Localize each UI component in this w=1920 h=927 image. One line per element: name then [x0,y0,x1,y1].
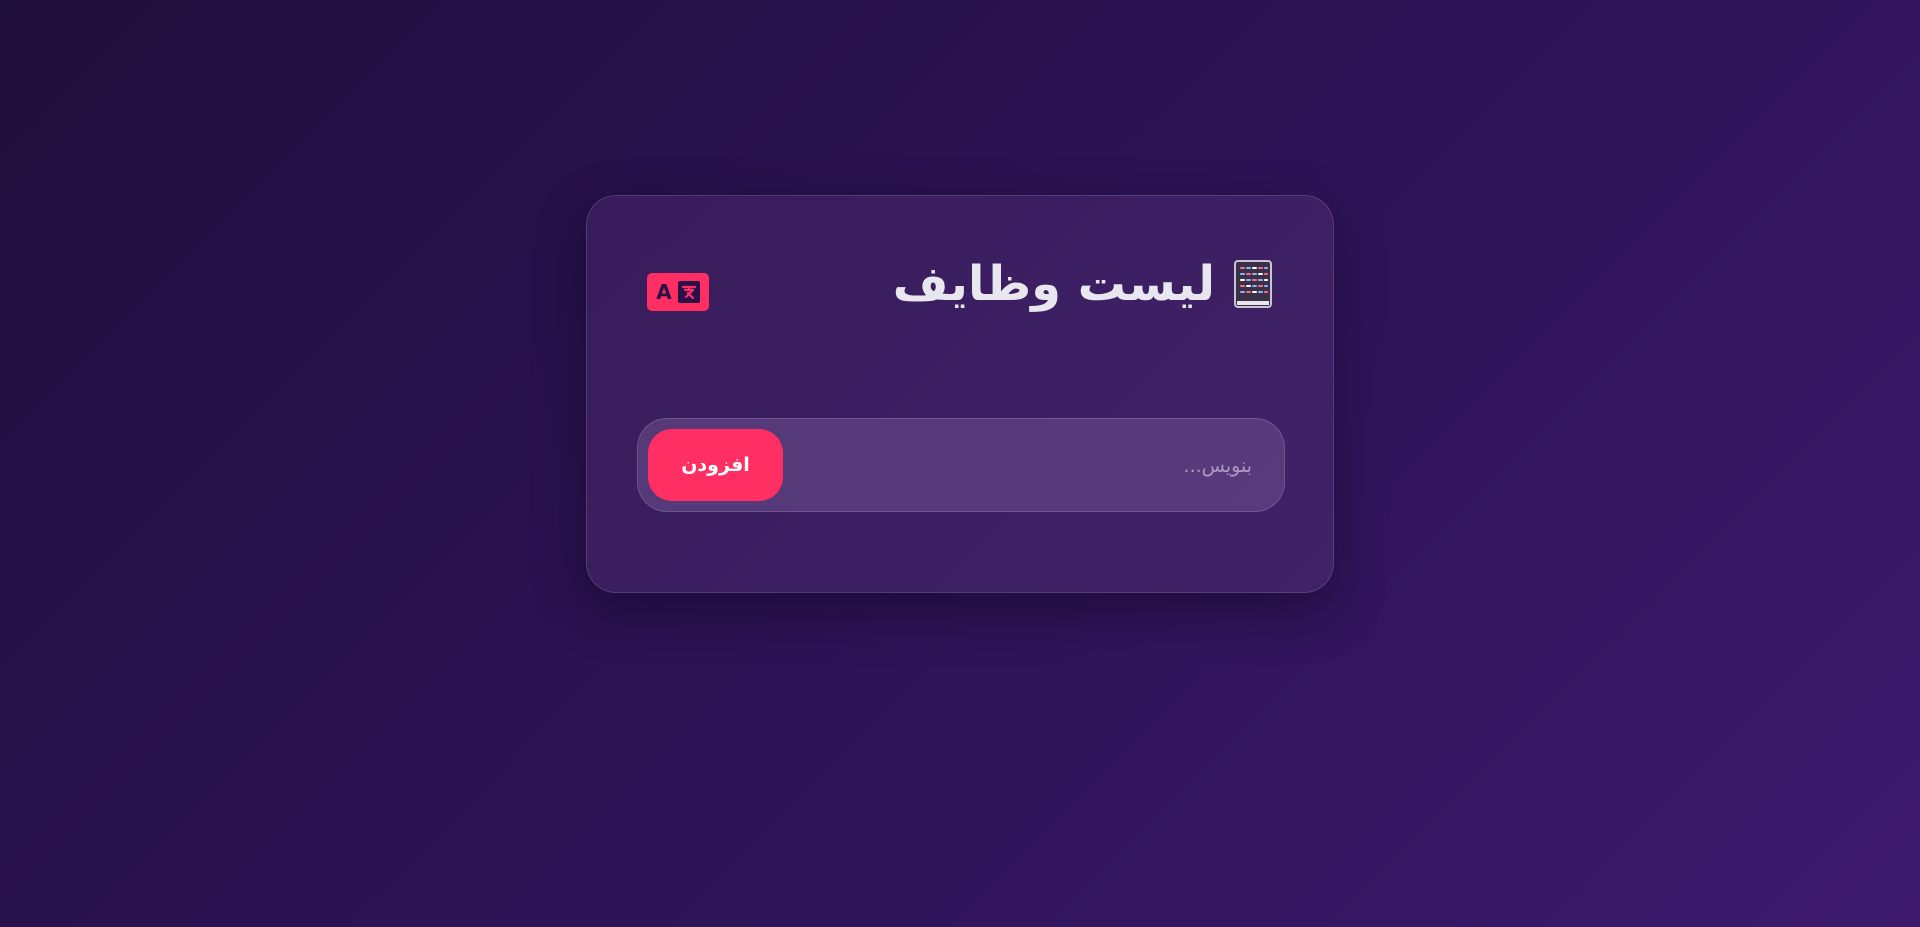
card-header: لیست وظایف A [647,254,1273,314]
add-task-button[interactable]: افزودن [648,429,783,501]
translate-icon [677,281,700,303]
task-input[interactable] [810,419,1254,513]
page-title: لیست وظایف [892,256,1215,312]
todo-card: لیست وظایف A افزودن [586,195,1334,593]
task-input-row: افزودن [637,418,1285,513]
language-toggle-button[interactable]: A [647,273,709,311]
title-group: لیست وظایف [893,259,1273,309]
language-toggle-letter: A [656,280,672,304]
notebook-icon [1233,259,1273,309]
